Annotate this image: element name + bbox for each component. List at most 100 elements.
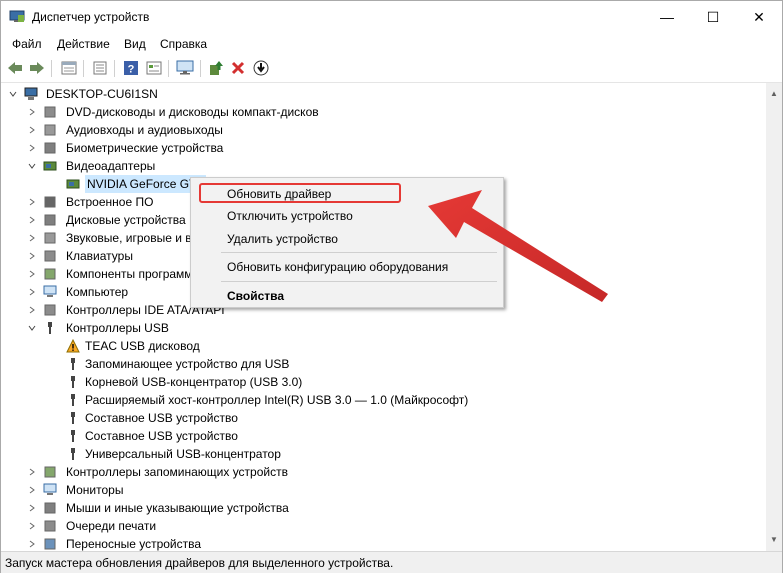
audio-icon — [44, 124, 56, 136]
status-text: Запуск мастера обновления драйверов для … — [5, 556, 394, 570]
tree-device[interactable]: Запоминающее устройство для USB — [47, 355, 747, 373]
chevron-right-icon[interactable] — [28, 126, 36, 134]
tree-category[interactable]: Контроллеры USB — [28, 319, 728, 337]
display-adapter-icon — [66, 179, 80, 189]
tree-category[interactable]: Видеоадаптеры — [28, 157, 728, 175]
usb-icon — [71, 448, 75, 460]
menu-action[interactable]: Действие — [57, 37, 110, 51]
device-tree: DESKTOP-CU6I1SN DVD-дисководы и дисковод… — [1, 83, 766, 551]
window-title: Диспетчер устройств — [32, 10, 150, 24]
chevron-right-icon[interactable] — [28, 108, 36, 116]
biometric-icon — [44, 142, 56, 154]
sound-icon — [44, 232, 56, 244]
usb-icon — [71, 430, 75, 442]
menu-bar: Файл Действие Вид Справка — [1, 33, 782, 55]
tree-item-label: Дисковые устройства — [66, 213, 186, 227]
tree-item-label: Контроллеры запоминающих устройств — [66, 465, 288, 479]
tree-category[interactable]: Мониторы — [28, 481, 728, 499]
context-properties[interactable]: Свойства — [227, 289, 284, 303]
chevron-right-icon[interactable] — [28, 288, 36, 296]
vertical-scrollbar[interactable]: ▲ ▼ — [766, 83, 782, 551]
tree-device[interactable]: Корневой USB-концентратор (USB 3.0) — [47, 373, 747, 391]
monitor-icon[interactable] — [176, 59, 194, 77]
tree-category[interactable]: Аудиовходы и аудиовыходы — [28, 121, 728, 139]
menu-help[interactable]: Справка — [160, 37, 207, 51]
tree-item-label: Аудиовходы и аудиовыходы — [66, 123, 223, 137]
tree-category[interactable]: DVD-дисководы и дисководы компакт-дисков — [28, 103, 728, 121]
download-icon[interactable] — [252, 59, 270, 77]
maximize-button[interactable]: ☐ — [690, 1, 736, 33]
forward-icon[interactable] — [28, 59, 46, 77]
chevron-right-icon[interactable] — [28, 540, 36, 548]
tree-item-label: Компьютер — [66, 285, 129, 299]
chevron-right-icon[interactable] — [28, 486, 36, 494]
tree-item-label: Корневой USB-концентратор (USB 3.0) — [85, 375, 303, 389]
context-disable-device[interactable]: Отключить устройство — [227, 209, 353, 223]
tree-device[interactable]: Расширяемый хост-контроллер Intel(R) USB… — [47, 391, 747, 409]
usb-icon — [71, 376, 75, 388]
tree-item-label: Мониторы — [66, 483, 124, 497]
scroll-down-icon[interactable]: ▼ — [770, 535, 778, 544]
update-driver-icon[interactable] — [207, 59, 225, 77]
view-icon[interactable] — [145, 59, 163, 77]
chevron-down-icon[interactable] — [9, 90, 17, 98]
back-icon[interactable] — [6, 59, 24, 77]
storage-icon — [44, 466, 56, 478]
tree-item-label: Составное USB устройство — [85, 411, 238, 425]
tree-item-label: Расширяемый хост-контроллер Intel(R) USB… — [85, 393, 469, 407]
context-update-driver[interactable]: Обновить драйвер — [227, 187, 331, 201]
list-icon[interactable] — [91, 59, 109, 77]
chevron-down-icon[interactable] — [28, 162, 36, 170]
chevron-right-icon[interactable] — [28, 522, 36, 530]
keyboard-icon — [44, 250, 56, 262]
tree-item-label: Биометрические устройства — [66, 141, 224, 155]
close-button[interactable]: ✕ — [736, 1, 782, 33]
tree-category[interactable]: Контроллеры запоминающих устройств — [28, 463, 728, 481]
tree-item-label: Мыши и иные указывающие устройства — [66, 501, 289, 515]
tree-item-label: Очереди печати — [66, 519, 157, 533]
chevron-right-icon[interactable] — [28, 234, 36, 242]
menu-view[interactable]: Вид — [124, 37, 146, 51]
remove-icon[interactable] — [229, 59, 247, 77]
firmware-icon — [44, 196, 56, 208]
tree-item-label: Переносные устройства — [66, 537, 202, 551]
tree-item-label: TEAC USB дисковод — [85, 339, 200, 353]
tree-device[interactable]: Составное USB устройство — [47, 427, 747, 445]
chevron-right-icon[interactable] — [28, 468, 36, 476]
svg-text:?: ? — [128, 64, 135, 76]
tree-item-label: Запоминающее устройство для USB — [85, 357, 290, 371]
tree-device[interactable]: Универсальный USB-концентратор — [47, 445, 747, 463]
tree-item-label: Компоненты программ — [66, 267, 193, 281]
tree-category[interactable]: Очереди печати — [28, 517, 728, 535]
chevron-right-icon[interactable] — [28, 504, 36, 512]
help-icon[interactable]: ? — [122, 59, 140, 77]
chevron-down-icon[interactable] — [28, 324, 36, 332]
minimize-button[interactable]: — — [644, 1, 690, 33]
tree-root[interactable]: DESKTOP-CU6I1SN — [9, 85, 309, 103]
tree-device[interactable]: TEAC USB дисковод — [47, 337, 747, 355]
toolbar: ? — [1, 55, 782, 83]
tree-category[interactable]: Биометрические устройства — [28, 139, 728, 157]
chevron-right-icon[interactable] — [28, 306, 36, 314]
disk-icon — [44, 214, 56, 226]
context-scan-hardware[interactable]: Обновить конфигурацию оборудования — [227, 260, 448, 274]
usb-icon — [71, 412, 75, 424]
properties-icon[interactable] — [60, 59, 78, 77]
chevron-right-icon[interactable] — [28, 198, 36, 206]
chevron-right-icon[interactable] — [28, 144, 36, 152]
ide-icon — [44, 304, 56, 316]
chevron-right-icon[interactable] — [28, 252, 36, 260]
portable-icon — [44, 538, 56, 550]
status-bar: Запуск мастера обновления драйверов для … — [1, 551, 782, 573]
scroll-up-icon[interactable]: ▲ — [770, 89, 778, 98]
context-uninstall-device[interactable]: Удалить устройство — [227, 232, 338, 246]
menu-file[interactable]: Файл — [12, 37, 42, 51]
tree-device[interactable]: Составное USB устройство — [47, 409, 747, 427]
chevron-right-icon[interactable] — [28, 216, 36, 224]
tree-category[interactable]: Переносные устройства — [28, 535, 728, 551]
tree-category[interactable]: Мыши и иные указывающие устройства — [28, 499, 728, 517]
device-manager-icon — [9, 10, 25, 22]
chevron-right-icon[interactable] — [28, 270, 36, 278]
warning-icon — [66, 339, 80, 353]
title-bar: Диспетчер устройств — ☐ ✕ — [1, 1, 782, 33]
